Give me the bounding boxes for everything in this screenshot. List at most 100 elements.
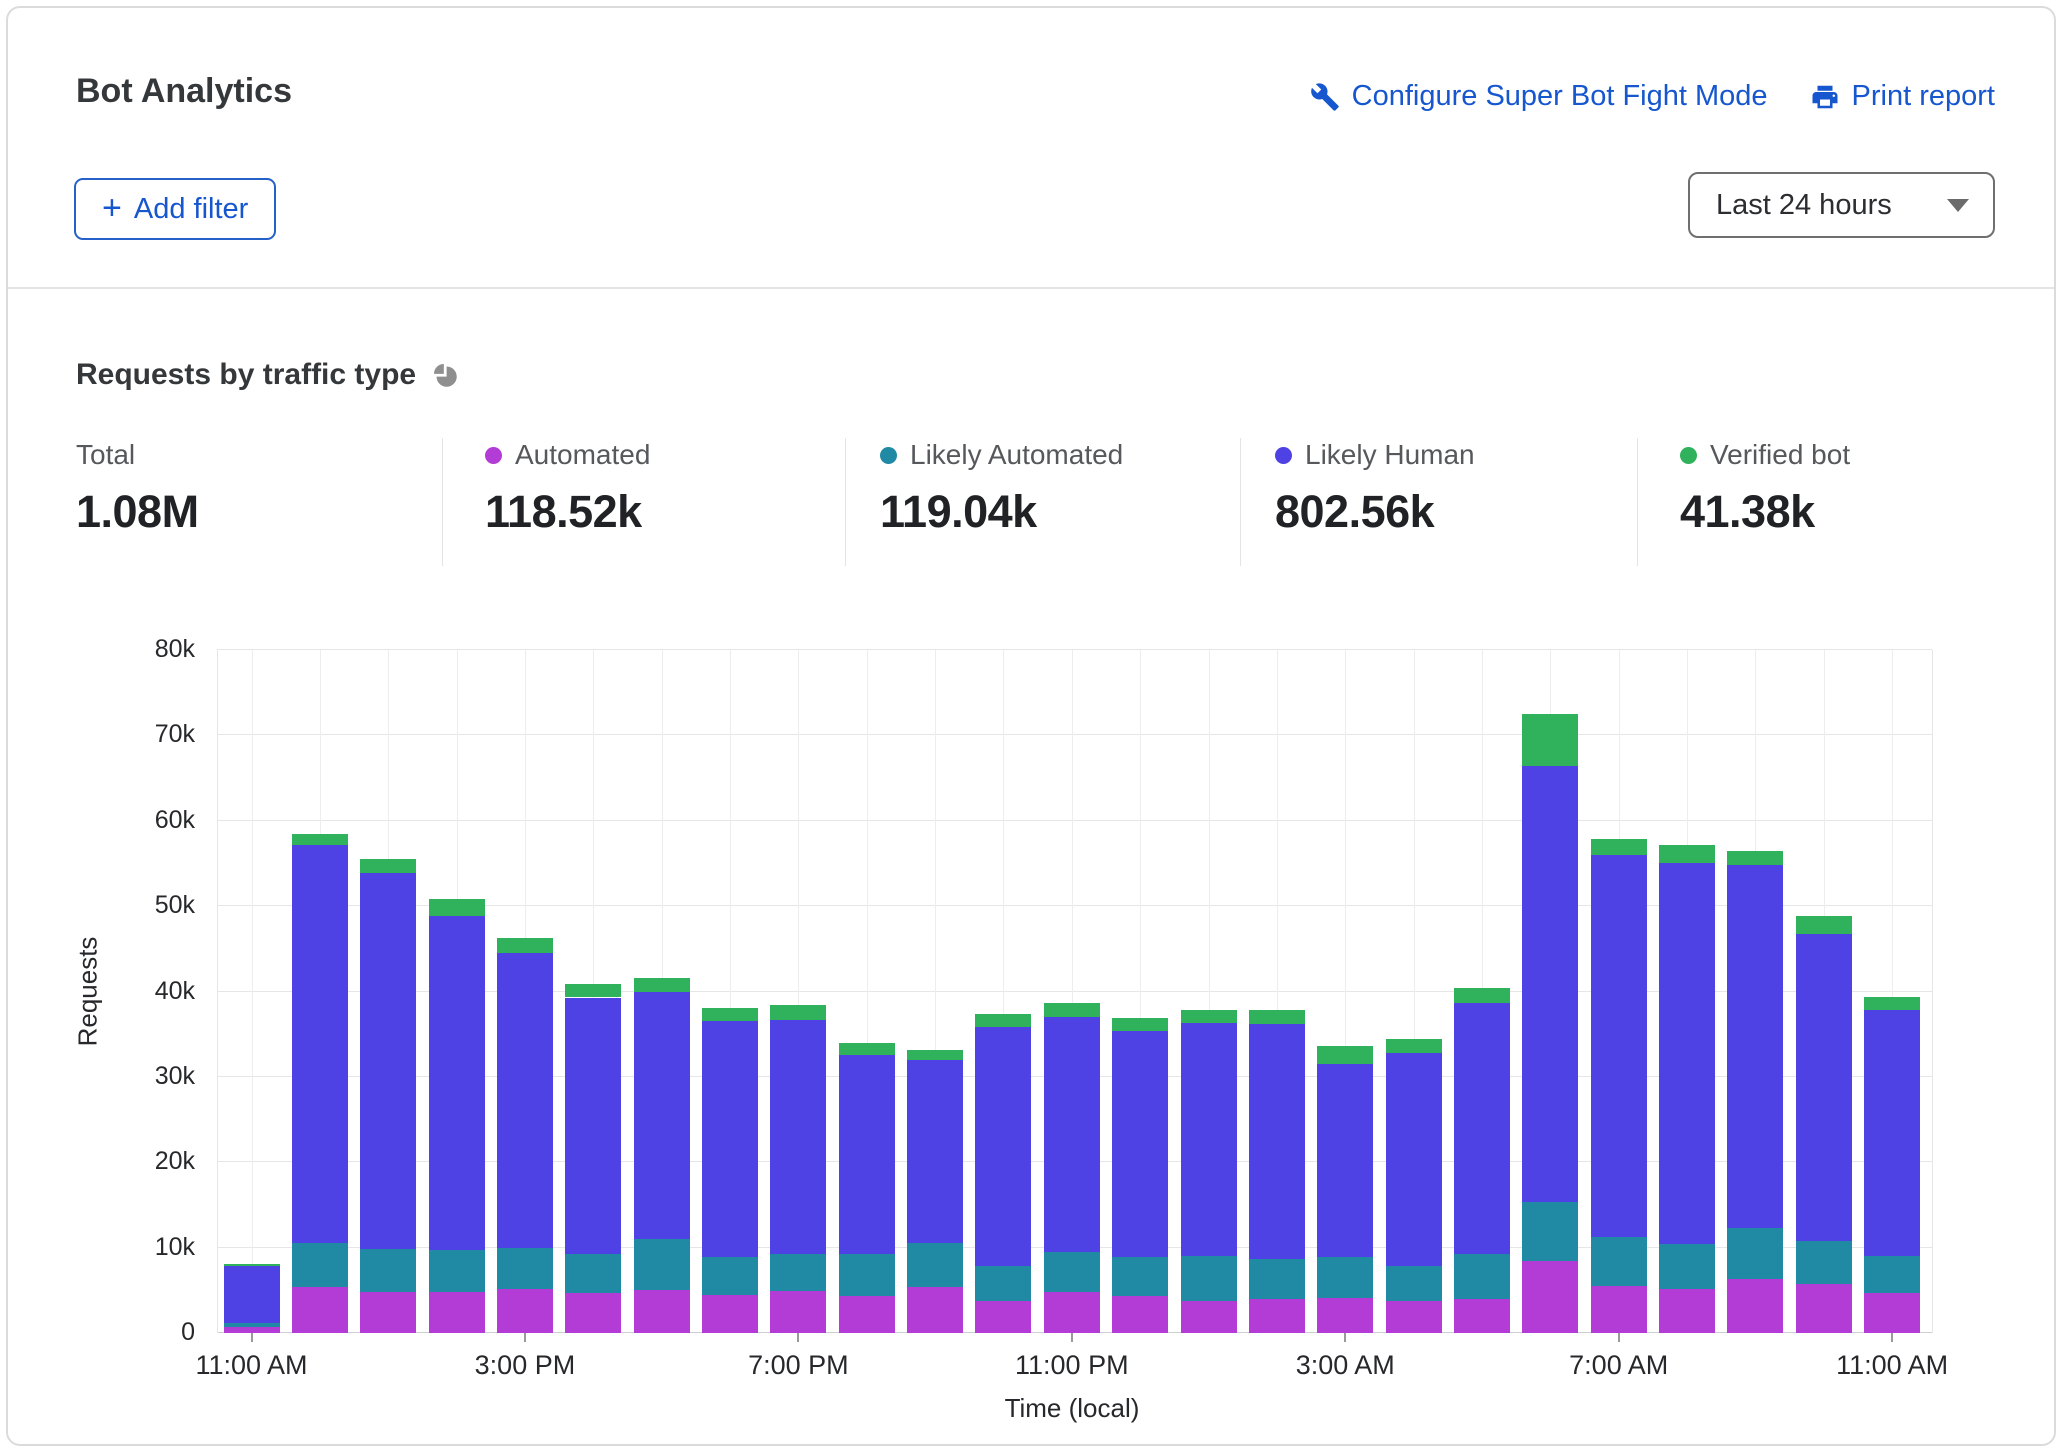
bar-segment-automated[interactable] — [360, 1292, 416, 1333]
bar-segment-verified-bot[interactable] — [770, 1005, 826, 1020]
bar-segment-automated[interactable] — [975, 1301, 1031, 1333]
configure-super-bot-fight-mode-link[interactable]: Configure Super Bot Fight Mode — [1310, 80, 1768, 113]
bar-segment-verified-bot[interactable] — [360, 859, 416, 873]
bar-segment-verified-bot[interactable] — [1864, 997, 1920, 1011]
bar-segment-automated[interactable] — [1522, 1261, 1578, 1333]
bar-segment-likely-automated[interactable] — [565, 1254, 621, 1292]
bar-segment-likely-automated[interactable] — [1044, 1252, 1100, 1292]
bar-segment-likely-automated[interactable] — [1727, 1228, 1783, 1279]
bar-segment-likely-automated[interactable] — [1796, 1241, 1852, 1285]
bar-segment-automated[interactable] — [702, 1295, 758, 1333]
bar-segment-likely-human[interactable] — [1386, 1053, 1442, 1266]
bar-segment-likely-human[interactable] — [1454, 1003, 1510, 1253]
bar-segment-likely-human[interactable] — [1317, 1064, 1373, 1257]
bar-segment-verified-bot[interactable] — [907, 1050, 963, 1059]
bar-segment-verified-bot[interactable] — [1796, 916, 1852, 935]
bar-segment-likely-human[interactable] — [907, 1060, 963, 1243]
bar-segment-likely-human[interactable] — [224, 1266, 280, 1322]
bar-segment-likely-human[interactable] — [770, 1020, 826, 1254]
bar-segment-automated[interactable] — [1044, 1292, 1100, 1333]
bar-segment-automated[interactable] — [1864, 1293, 1920, 1333]
bar-segment-automated[interactable] — [839, 1296, 895, 1333]
bar-segment-likely-automated[interactable] — [1181, 1256, 1237, 1301]
bar-segment-likely-automated[interactable] — [1249, 1259, 1305, 1299]
bar-segment-likely-human[interactable] — [1522, 766, 1578, 1202]
bar-segment-likely-automated[interactable] — [1659, 1244, 1715, 1289]
bar-segment-likely-human[interactable] — [839, 1055, 895, 1255]
bar-segment-likely-automated[interactable] — [702, 1257, 758, 1295]
time-range-select[interactable]: Last 24 hours — [1688, 172, 1995, 238]
bar-segment-likely-automated[interactable] — [429, 1250, 485, 1292]
bar-segment-likely-automated[interactable] — [224, 1323, 280, 1327]
bar-segment-automated[interactable] — [634, 1290, 690, 1333]
bar-segment-automated[interactable] — [907, 1287, 963, 1333]
bar-segment-likely-automated[interactable] — [1591, 1237, 1647, 1287]
bar-segment-likely-human[interactable] — [565, 998, 621, 1255]
bar-segment-likely-automated[interactable] — [360, 1249, 416, 1292]
bar-segment-likely-human[interactable] — [1659, 863, 1715, 1245]
bar-segment-automated[interactable] — [1454, 1299, 1510, 1333]
bar-segment-likely-human[interactable] — [360, 873, 416, 1250]
bar-segment-automated[interactable] — [292, 1287, 348, 1333]
bar-segment-likely-automated[interactable] — [1386, 1266, 1442, 1301]
bar-segment-automated[interactable] — [1181, 1301, 1237, 1333]
bar-segment-verified-bot[interactable] — [1727, 851, 1783, 866]
bar-segment-verified-bot[interactable] — [1044, 1003, 1100, 1018]
bar-segment-verified-bot[interactable] — [702, 1008, 758, 1021]
bar-segment-verified-bot[interactable] — [1249, 1010, 1305, 1024]
bar-segment-likely-human[interactable] — [292, 845, 348, 1244]
bar-segment-likely-human[interactable] — [429, 916, 485, 1251]
bar-segment-likely-human[interactable] — [1864, 1010, 1920, 1256]
bar-segment-automated[interactable] — [1386, 1301, 1442, 1333]
bar-segment-likely-human[interactable] — [1727, 865, 1783, 1228]
bar-segment-verified-bot[interactable] — [634, 978, 690, 993]
bar-segment-likely-human[interactable] — [1112, 1031, 1168, 1257]
bar-segment-verified-bot[interactable] — [839, 1043, 895, 1055]
bar-segment-likely-human[interactable] — [497, 953, 553, 1248]
bar-segment-automated[interactable] — [1249, 1299, 1305, 1333]
bar-segment-likely-automated[interactable] — [497, 1248, 553, 1290]
bar-segment-verified-bot[interactable] — [1181, 1010, 1237, 1023]
bar-segment-likely-automated[interactable] — [975, 1266, 1031, 1302]
bar-segment-verified-bot[interactable] — [1591, 839, 1647, 855]
bar-segment-likely-human[interactable] — [1796, 934, 1852, 1240]
bar-segment-likely-human[interactable] — [702, 1021, 758, 1257]
bar-segment-likely-human[interactable] — [1181, 1023, 1237, 1256]
bar-segment-likely-automated[interactable] — [1317, 1257, 1373, 1298]
bar-segment-likely-automated[interactable] — [770, 1254, 826, 1292]
bar-segment-automated[interactable] — [1727, 1279, 1783, 1333]
bar-segment-likely-automated[interactable] — [1112, 1257, 1168, 1296]
bar-segment-likely-human[interactable] — [975, 1027, 1031, 1266]
bar-segment-automated[interactable] — [565, 1293, 621, 1333]
bar-segment-likely-human[interactable] — [1044, 1017, 1100, 1252]
bar-segment-verified-bot[interactable] — [224, 1264, 280, 1267]
bar-segment-automated[interactable] — [770, 1291, 826, 1333]
bar-segment-verified-bot[interactable] — [565, 984, 621, 998]
bar-segment-verified-bot[interactable] — [497, 938, 553, 953]
bar-segment-likely-automated[interactable] — [1864, 1256, 1920, 1293]
add-filter-button[interactable]: + Add filter — [74, 178, 276, 240]
bar-segment-automated[interactable] — [1591, 1286, 1647, 1333]
bar-segment-verified-bot[interactable] — [292, 834, 348, 845]
bar-segment-likely-human[interactable] — [1249, 1024, 1305, 1259]
bar-segment-automated[interactable] — [497, 1289, 553, 1333]
bar-segment-likely-human[interactable] — [1591, 855, 1647, 1237]
bar-segment-automated[interactable] — [1659, 1289, 1715, 1333]
bar-segment-verified-bot[interactable] — [1112, 1018, 1168, 1031]
bar-segment-automated[interactable] — [1317, 1298, 1373, 1333]
bar-segment-verified-bot[interactable] — [1317, 1046, 1373, 1064]
bar-segment-verified-bot[interactable] — [1386, 1039, 1442, 1053]
bar-segment-likely-automated[interactable] — [292, 1243, 348, 1287]
bar-segment-verified-bot[interactable] — [1454, 988, 1510, 1003]
bar-segment-likely-automated[interactable] — [1522, 1202, 1578, 1261]
bar-segment-likely-automated[interactable] — [907, 1243, 963, 1287]
bar-segment-likely-human[interactable] — [634, 992, 690, 1239]
bar-segment-likely-automated[interactable] — [634, 1239, 690, 1290]
bar-segment-automated[interactable] — [1112, 1296, 1168, 1333]
bar-segment-automated[interactable] — [429, 1292, 485, 1333]
bar-segment-verified-bot[interactable] — [429, 899, 485, 915]
bar-segment-automated[interactable] — [1796, 1284, 1852, 1333]
bar-segment-verified-bot[interactable] — [1659, 845, 1715, 863]
bar-segment-verified-bot[interactable] — [1522, 714, 1578, 766]
bar-segment-likely-automated[interactable] — [1454, 1254, 1510, 1299]
